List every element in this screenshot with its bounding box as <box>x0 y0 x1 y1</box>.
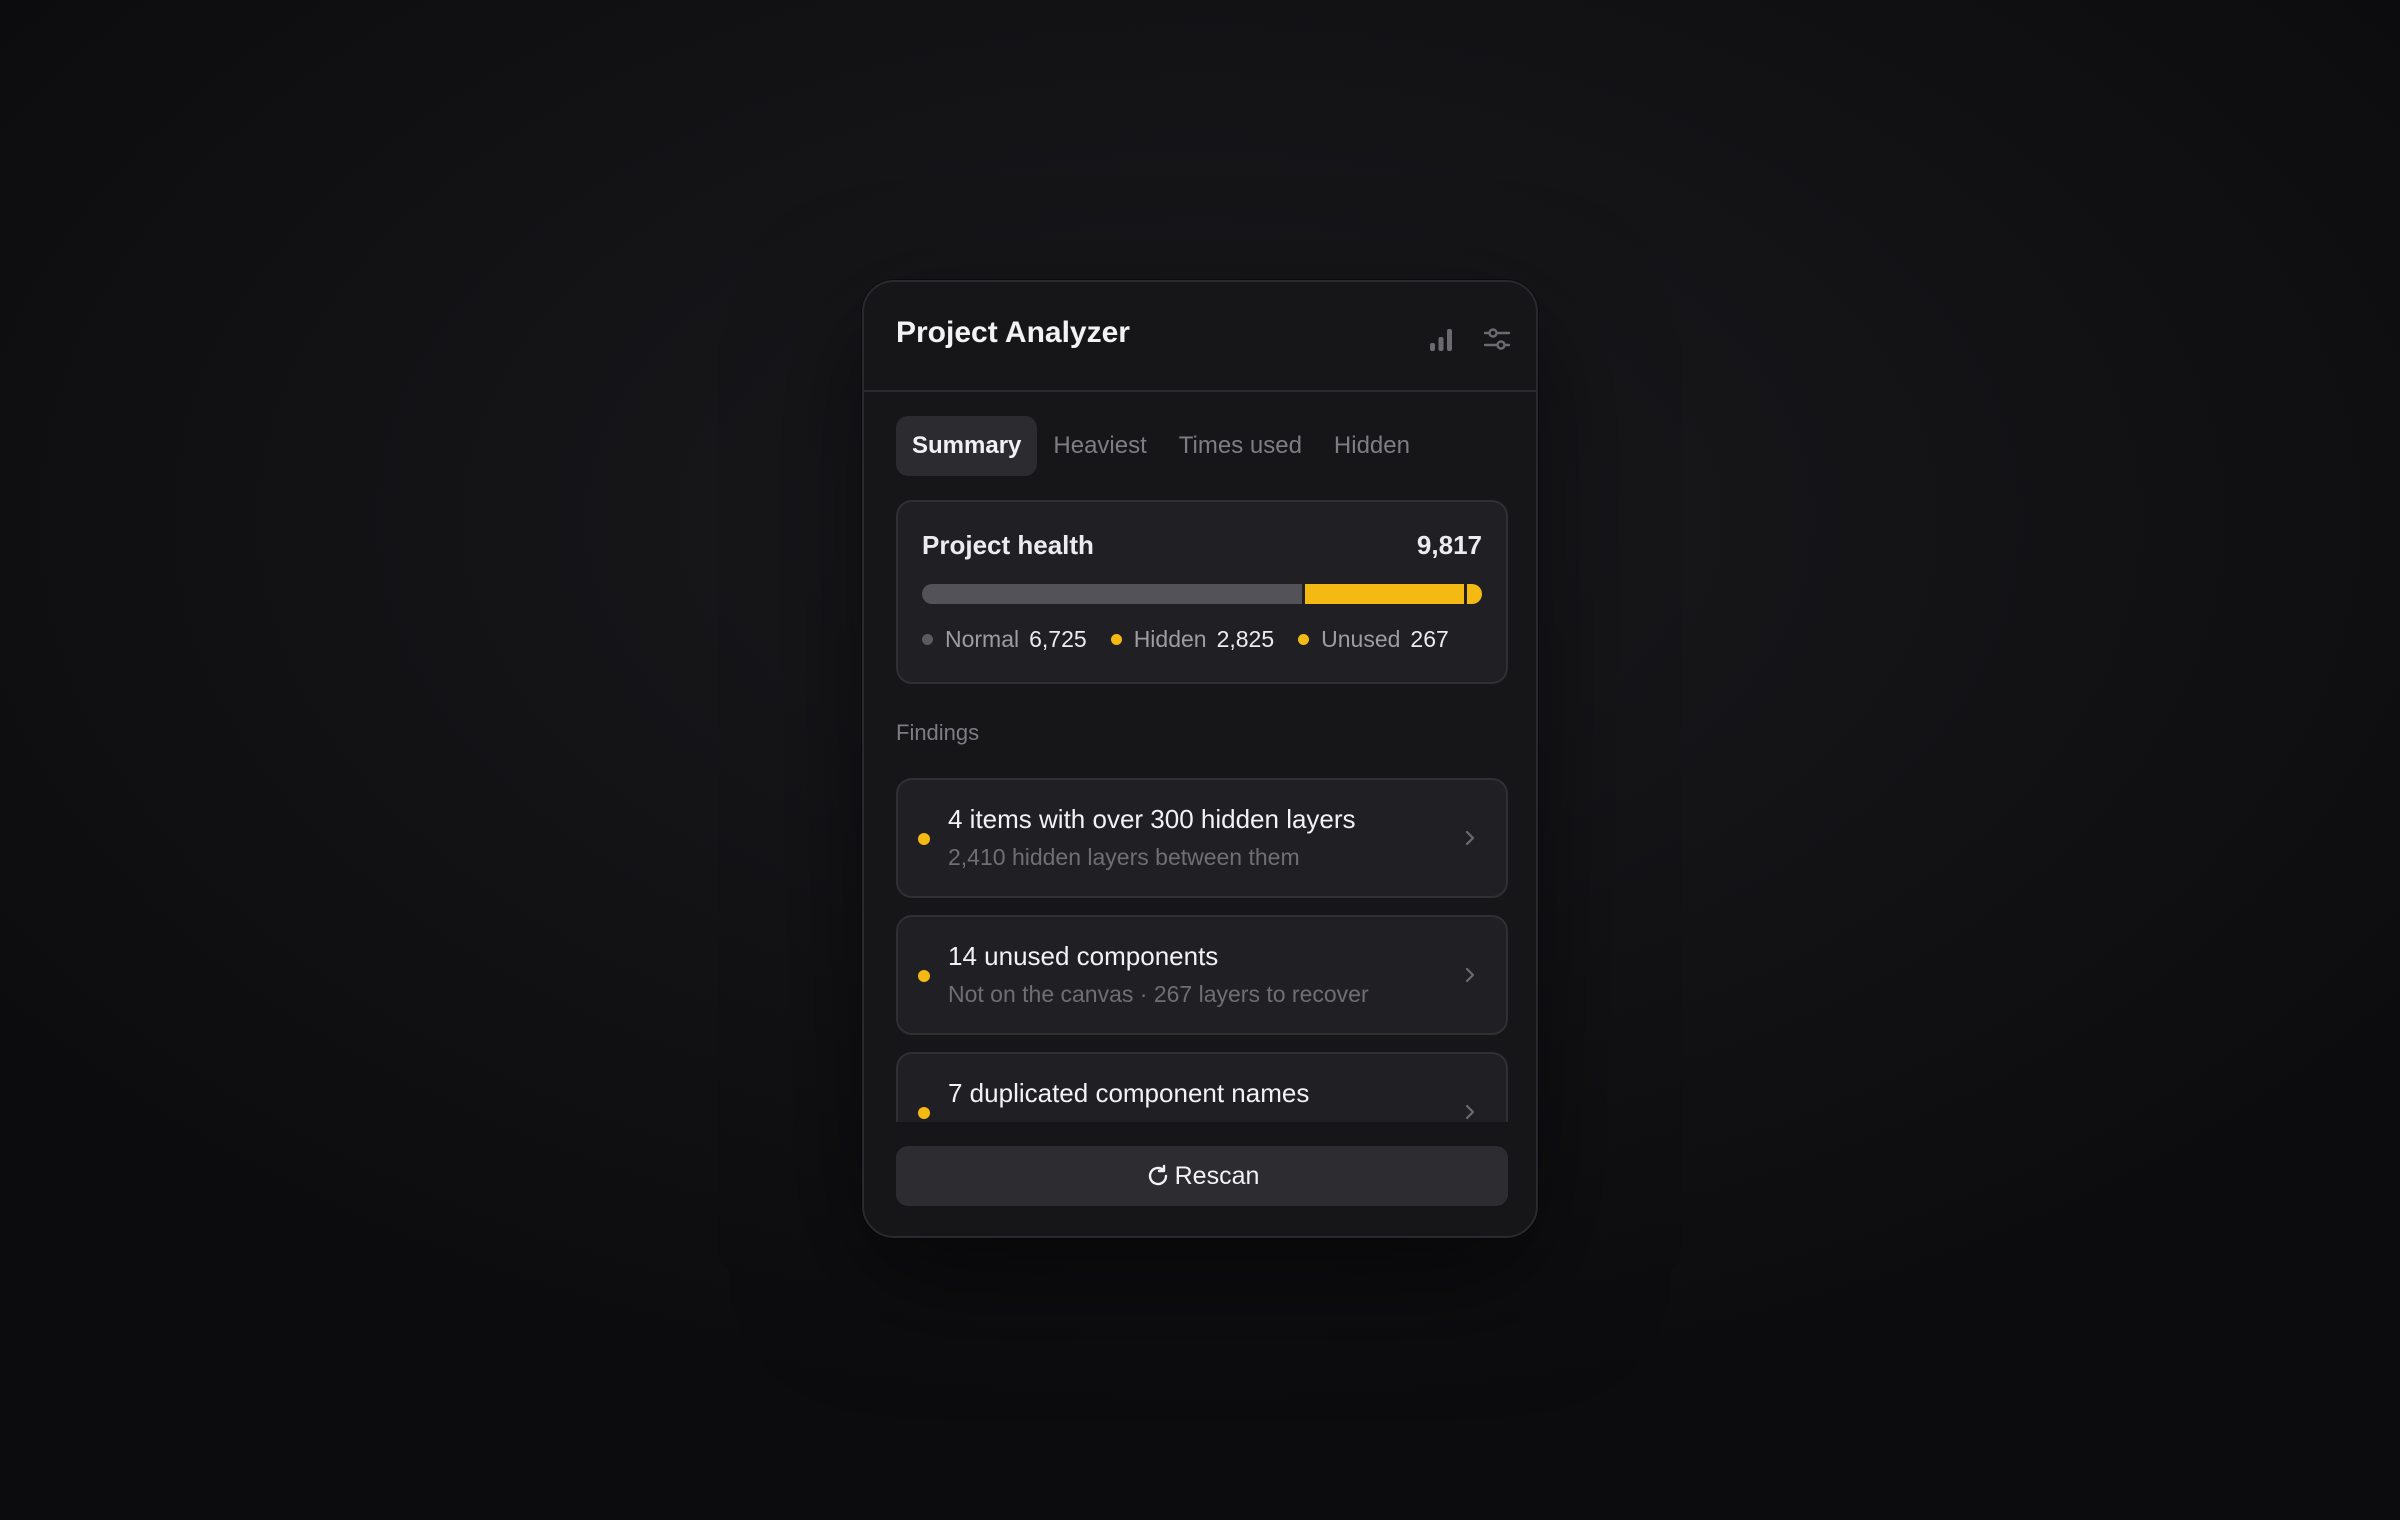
legend-unused: Unused 267 <box>1298 626 1449 653</box>
health-legend: Normal 6,725 Hidden 2,825 Unused 267 <box>922 626 1449 653</box>
legend-value: 267 <box>1410 626 1449 652</box>
finding-item[interactable]: 4 items with over 300 hidden layers 2,41… <box>896 778 1508 898</box>
status-dot <box>918 1107 930 1119</box>
project-health-card: Project health 9,817 Normal 6,725 Hidden… <box>896 500 1508 684</box>
project-analyzer-panel: Project Analyzer Summary Heaviest Times … <box>862 280 1538 1238</box>
finding-subtitle: 2,410 hidden layers between them <box>948 844 1300 870</box>
health-total: 9,817 <box>1416 530 1482 560</box>
legend-label: Hidden <box>1133 626 1207 652</box>
health-title: Project health <box>922 530 1094 560</box>
finding-title: 14 unused components <box>948 941 1219 971</box>
finding-subtitle: Not on the canvas · 267 layers to recove… <box>948 981 1369 1007</box>
finding-item[interactable]: 14 unused components Not on the canvas ·… <box>896 915 1508 1035</box>
bar-segment-hidden <box>1304 584 1464 604</box>
sliders-icon[interactable] <box>1480 322 1514 356</box>
legend-label: Normal <box>945 626 1020 652</box>
tab-times-used[interactable]: Times used <box>1163 416 1318 476</box>
tab-heaviest[interactable]: Heaviest <box>1037 416 1162 476</box>
finding-item[interactable]: 7 duplicated component names <box>896 1052 1508 1122</box>
tab-hidden[interactable]: Hidden <box>1318 416 1426 476</box>
findings-list[interactable]: 4 items with over 300 hidden layers 2,41… <box>896 778 1508 1122</box>
panel-header: Project Analyzer <box>864 282 1536 392</box>
legend-label: Unused <box>1321 626 1401 652</box>
chevron-right-icon <box>1465 830 1475 846</box>
refresh-icon <box>1145 1163 1171 1189</box>
tab-summary[interactable]: Summary <box>896 416 1038 476</box>
status-dot <box>918 970 930 982</box>
bar-segment-normal <box>922 584 1302 604</box>
tab-bar: Summary Heaviest Times used Hidden <box>896 416 1426 476</box>
finding-title: 7 duplicated component names <box>948 1078 1310 1108</box>
health-stacked-bar <box>922 584 1482 604</box>
bar-segment-unused <box>1466 584 1482 604</box>
legend-normal: Normal 6,725 <box>922 626 1087 653</box>
panel-title: Project Analyzer <box>896 316 1130 349</box>
legend-dot-unused <box>1298 634 1310 645</box>
chevron-right-icon <box>1465 1104 1475 1120</box>
legend-value: 2,825 <box>1216 626 1275 652</box>
findings-heading: Findings <box>896 720 980 745</box>
rescan-label: Rescan <box>1174 1161 1260 1190</box>
rescan-button[interactable]: Rescan <box>896 1146 1508 1206</box>
legend-dot-hidden <box>1110 634 1122 645</box>
chevron-right-icon <box>1465 967 1475 983</box>
legend-hidden: Hidden 2,825 <box>1110 626 1275 653</box>
status-dot <box>918 833 930 845</box>
legend-value: 6,725 <box>1029 626 1087 652</box>
bar-chart-icon[interactable] <box>1424 322 1458 356</box>
finding-title: 4 items with over 300 hidden layers <box>948 804 1356 834</box>
legend-dot-normal <box>922 634 933 645</box>
